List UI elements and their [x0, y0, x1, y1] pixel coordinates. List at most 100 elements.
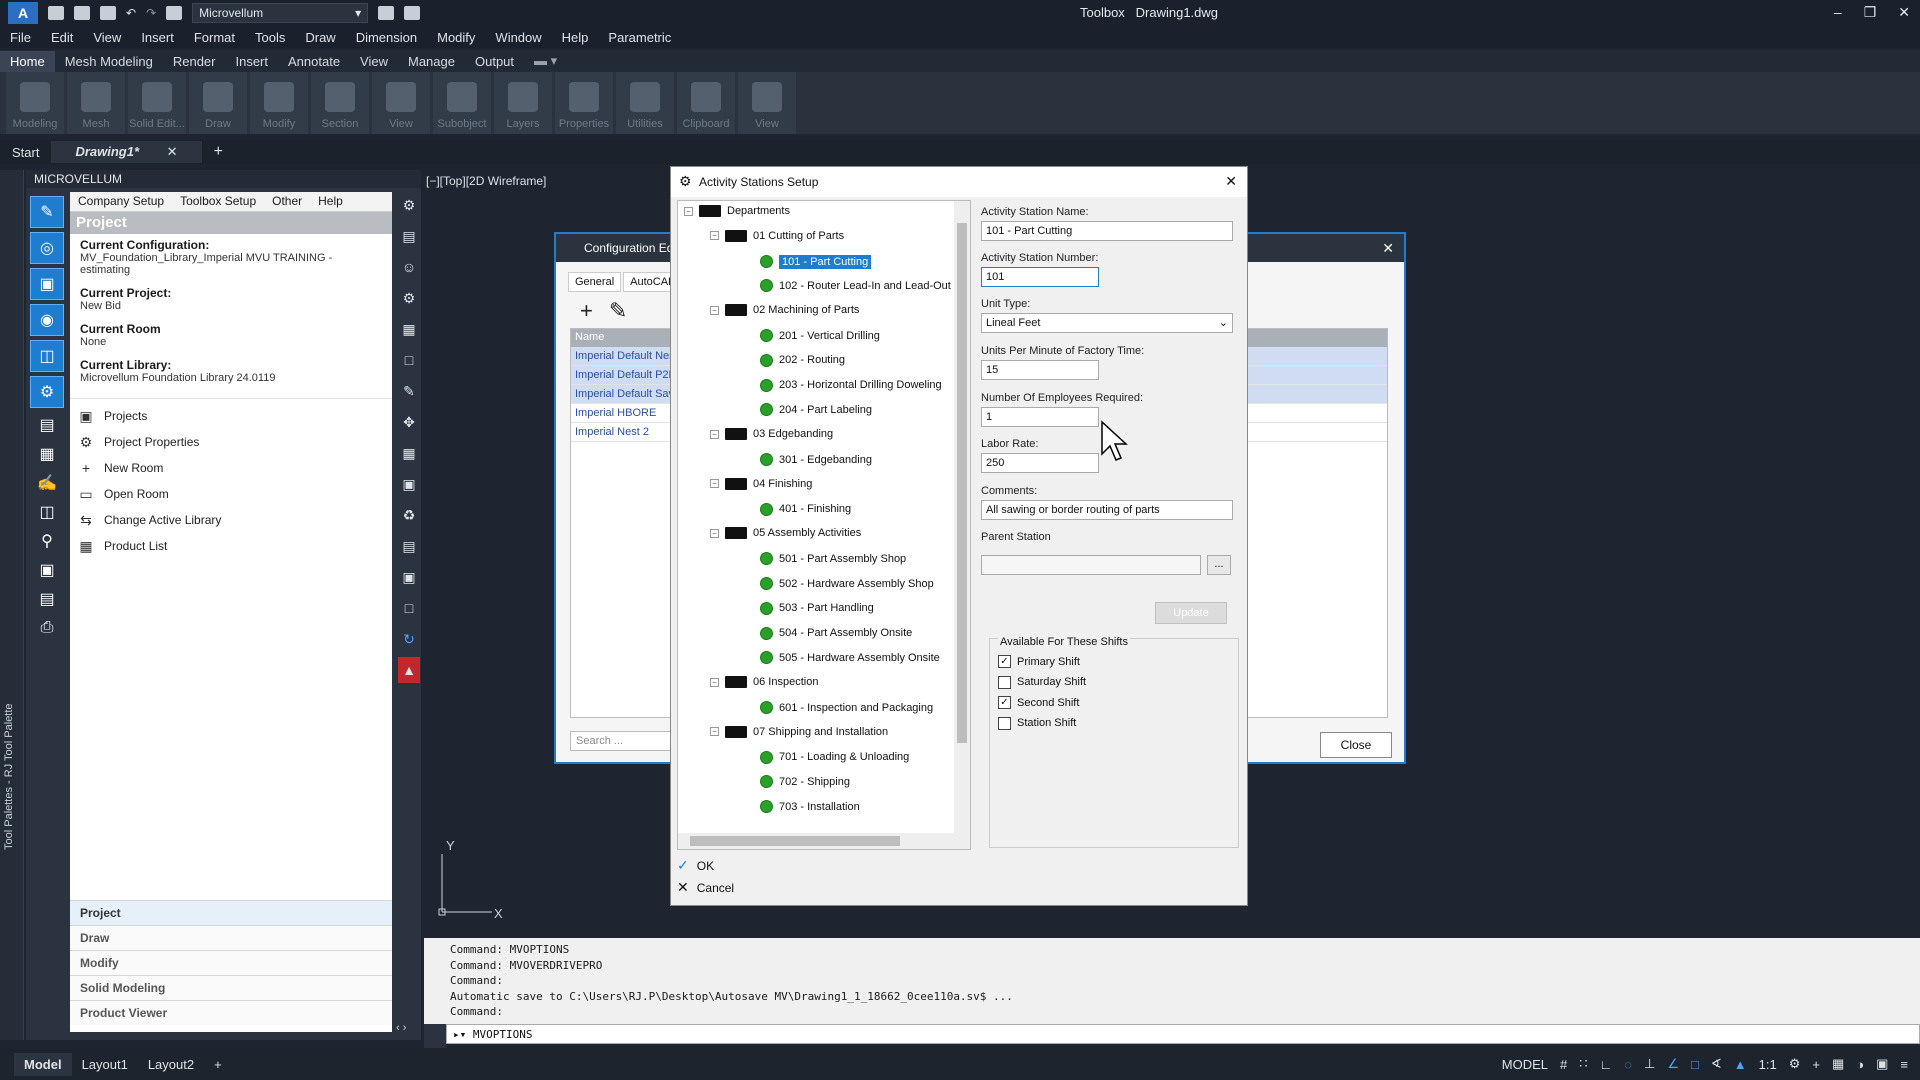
menu-item-parametric[interactable]: Parametric — [598, 30, 681, 45]
gear-icon[interactable]: ⚙ — [1789, 1056, 1801, 1072]
category-product-viewer[interactable]: Product Viewer — [70, 1000, 392, 1025]
tree-vertical-scrollbar[interactable] — [954, 201, 970, 835]
menu-item-format[interactable]: Format — [184, 30, 245, 45]
close-icon[interactable]: ✕ — [1225, 173, 1237, 190]
add-icon[interactable]: + — [580, 298, 593, 324]
panel-icon[interactable]: ▤ — [398, 533, 420, 559]
move-icon[interactable]: ✥ — [398, 409, 420, 435]
link-new-room[interactable]: + New Room — [70, 455, 392, 481]
collapse-icon[interactable]: − — [710, 479, 719, 489]
menu-item-modify[interactable]: Modify — [427, 30, 485, 45]
station-number-field[interactable]: 101 — [981, 267, 1099, 287]
pdf-icon[interactable]: ▲ — [398, 657, 420, 683]
tab-start[interactable]: Start — [0, 142, 51, 163]
scale-value[interactable]: 1:1 — [1759, 1057, 1777, 1072]
clipboard-icon[interactable]: ▤ — [30, 413, 64, 437]
tree-station[interactable]: 701 - Loading & Unloading — [760, 750, 909, 764]
employees-field[interactable]: 1 — [981, 407, 1099, 427]
plus-icon[interactable]: + — [1812, 1057, 1820, 1072]
menu-item-view[interactable]: View — [83, 30, 131, 45]
app-logo-icon[interactable]: A — [8, 2, 38, 24]
ribbon-button-subobject[interactable]: Subobject — [433, 72, 491, 134]
save-as-icon[interactable] — [378, 6, 395, 20]
gear-large-icon[interactable]: ⚙ — [398, 285, 420, 311]
ribbon-tab-view[interactable]: View — [350, 51, 398, 72]
tree-station[interactable]: 301 - Edgebanding — [760, 453, 872, 466]
scroll-thumb[interactable] — [957, 223, 967, 743]
folder-icon[interactable]: ◫ — [30, 500, 64, 524]
checkbox[interactable]: ✓ — [998, 696, 1011, 710]
ribbon-button-modify[interactable]: Modify — [250, 72, 308, 134]
dynamic-input-icon[interactable]: ∢ — [1711, 1056, 1722, 1072]
parent-station-field[interactable] — [981, 555, 1201, 575]
collapse-icon[interactable]: − — [710, 727, 719, 737]
ribbon-button-draw[interactable]: Draw — [189, 72, 247, 134]
ribbon-tab-mesh-modeling[interactable]: Mesh Modeling — [55, 51, 163, 72]
tree-station[interactable]: 201 - Vertical Drilling — [760, 329, 880, 342]
osnap-icon[interactable]: ⊥ — [1644, 1056, 1655, 1072]
collapse-icon[interactable]: − — [710, 305, 719, 315]
menu-item-dimension[interactable]: Dimension — [346, 30, 427, 45]
link-projects[interactable]: ▣ Projects — [70, 403, 392, 429]
ribbon-button-clipboard[interactable]: Clipboard — [677, 72, 735, 134]
user-icon[interactable]: ☺ — [398, 254, 420, 280]
mv-menu-toolbox-setup[interactable]: Toolbox Setup — [180, 194, 256, 209]
export-icon[interactable]: □ — [398, 595, 420, 621]
close-button[interactable]: Close — [1320, 732, 1392, 758]
tree-department[interactable]: − 06 Inspection — [710, 676, 818, 689]
ribbon-button-layers[interactable]: Layers — [494, 72, 552, 134]
settings-icon[interactable]: ⚙ — [398, 192, 420, 218]
save-icon[interactable] — [100, 6, 116, 20]
ortho-icon[interactable]: ∟ — [1600, 1057, 1613, 1072]
collapse-icon[interactable]: − — [710, 528, 719, 538]
grid-icon[interactable]: ▦ — [398, 440, 420, 466]
dynamic-ucs-icon[interactable]: □ — [1691, 1057, 1699, 1072]
close-tab-icon[interactable]: ✕ — [155, 141, 190, 162]
collapse-icon[interactable]: − — [710, 429, 719, 439]
ribbon-button-modeling[interactable]: Modeling — [6, 72, 64, 134]
edit-icon[interactable]: ✎ — [609, 298, 627, 324]
ribbon-options-icon[interactable]: ▬ ▾ — [524, 50, 567, 72]
ok-button[interactable]: ✓ OK — [677, 857, 714, 874]
new-tab-icon[interactable]: + — [202, 140, 235, 164]
target-icon[interactable]: ◎ — [30, 232, 64, 264]
tree-department[interactable]: − 04 Finishing — [710, 477, 812, 490]
tree-department[interactable]: − 03 Edgebanding — [710, 428, 833, 441]
category-project[interactable]: Project — [70, 900, 392, 925]
ribbon-button-mesh[interactable]: Mesh — [67, 72, 125, 134]
tree-department[interactable]: − 05 Assembly Activities — [710, 527, 861, 540]
station-name-field[interactable]: 101 - Part Cutting — [981, 221, 1233, 241]
isolate-icon[interactable]: ◑ — [1856, 1057, 1864, 1072]
menu-item-insert[interactable]: Insert — [131, 30, 184, 45]
workspace-icon[interactable]: ▦ — [1832, 1056, 1844, 1072]
restore-icon[interactable]: ❐ — [1864, 4, 1877, 21]
tree-station[interactable]: 204 - Part Labeling — [760, 403, 872, 417]
mv-menu-company-setup[interactable]: Company Setup — [78, 194, 164, 209]
tab-drawing1[interactable]: Drawing1* ✕ — [51, 141, 202, 163]
close-icon[interactable]: ✕ — [1898, 4, 1910, 21]
tree-department[interactable]: − 01 Cutting of Parts — [710, 229, 844, 242]
menu-icon[interactable]: ≡ — [1900, 1057, 1908, 1072]
camera-icon[interactable]: ◉ — [30, 304, 64, 336]
category-modify[interactable]: Modify — [70, 950, 392, 975]
cube-icon[interactable]: ▣ — [30, 268, 64, 300]
menu-item-window[interactable]: Window — [485, 30, 551, 45]
tree-station[interactable]: 202 - Routing — [760, 353, 845, 367]
cabinet-icon[interactable]: ▣ — [398, 564, 420, 590]
tree-department[interactable]: − 07 Shipping and Installation — [710, 725, 888, 738]
printer-icon[interactable]: ⎙ — [30, 616, 64, 640]
edit-doc-icon[interactable]: ✍ — [30, 471, 64, 495]
pen-icon[interactable]: ✎ — [398, 378, 420, 404]
menu-item-edit[interactable]: Edit — [41, 30, 83, 45]
copy-icon[interactable]: ▣ — [398, 471, 420, 497]
undo-icon[interactable]: ↶ — [126, 6, 136, 20]
shift-second-shift[interactable]: ✓ Second Shift — [998, 696, 1079, 710]
workspace-select[interactable]: Microvellum ▾ — [192, 3, 369, 23]
menu-item-draw[interactable]: Draw — [295, 30, 345, 45]
tree-horizontal-scrollbar[interactable] — [678, 833, 970, 849]
comments-field[interactable]: All sawing or border routing of parts — [981, 500, 1233, 520]
menu-item-help[interactable]: Help — [552, 30, 599, 45]
pencil-icon[interactable]: ✎ — [30, 196, 64, 228]
ribbon-button-solid-edit-[interactable]: Solid Edit... — [128, 72, 186, 134]
gear-icon[interactable]: ⚙ — [30, 376, 64, 408]
